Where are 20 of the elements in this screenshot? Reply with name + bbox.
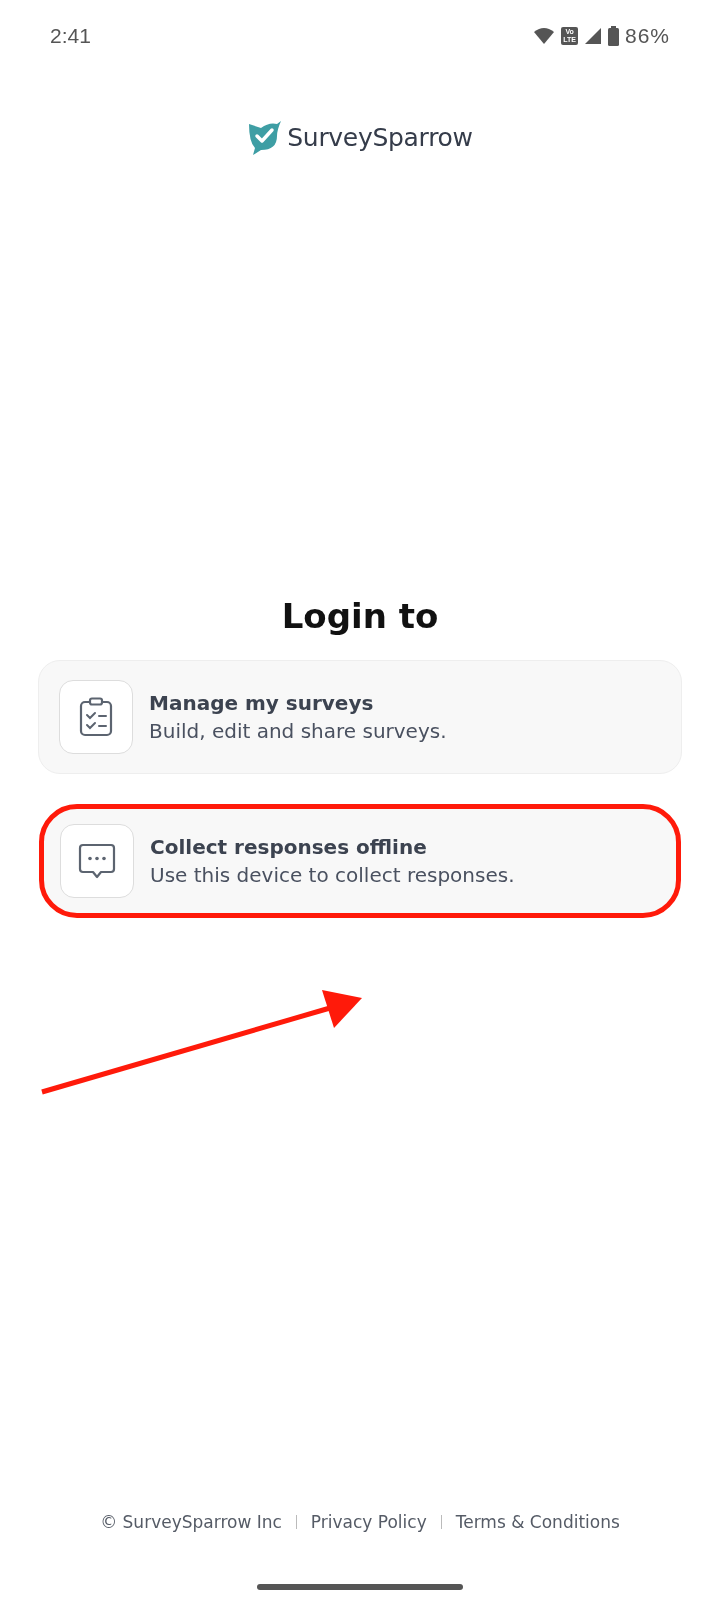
option-title: Manage my surveys	[149, 691, 375, 715]
signal-icon	[583, 27, 602, 45]
bird-check-icon	[247, 118, 282, 156]
footer-link[interactable]: Terms & Conditions	[455, 1512, 620, 1532]
login-option-card[interactable]: Collect responses offline Use this device to collect responses.	[39, 804, 681, 918]
wifi-icon	[533, 27, 556, 45]
copyright-text: © SurveySparrow Inc	[100, 1512, 282, 1532]
footer-link[interactable]: Privacy Policy	[310, 1512, 427, 1532]
chat-bubble-icon	[78, 842, 116, 880]
status-time: 2:41	[50, 24, 91, 48]
clipboard-checklist-icon	[79, 697, 113, 737]
option-description: Build, edit and share surveys.	[149, 719, 447, 743]
login-option-card[interactable]: Manage my surveys Build, edit and share surveys.	[38, 660, 682, 774]
battery-percentage: 86%	[624, 24, 670, 48]
login-heading: Login to	[281, 596, 439, 636]
battery-icon	[607, 26, 619, 46]
option-title: Collect responses offline	[150, 835, 428, 859]
logo-wordmark: SurveySparrow	[287, 122, 473, 152]
home-indicator[interactable]	[257, 1584, 463, 1590]
option-description: Use this device to collect responses.	[150, 863, 515, 887]
